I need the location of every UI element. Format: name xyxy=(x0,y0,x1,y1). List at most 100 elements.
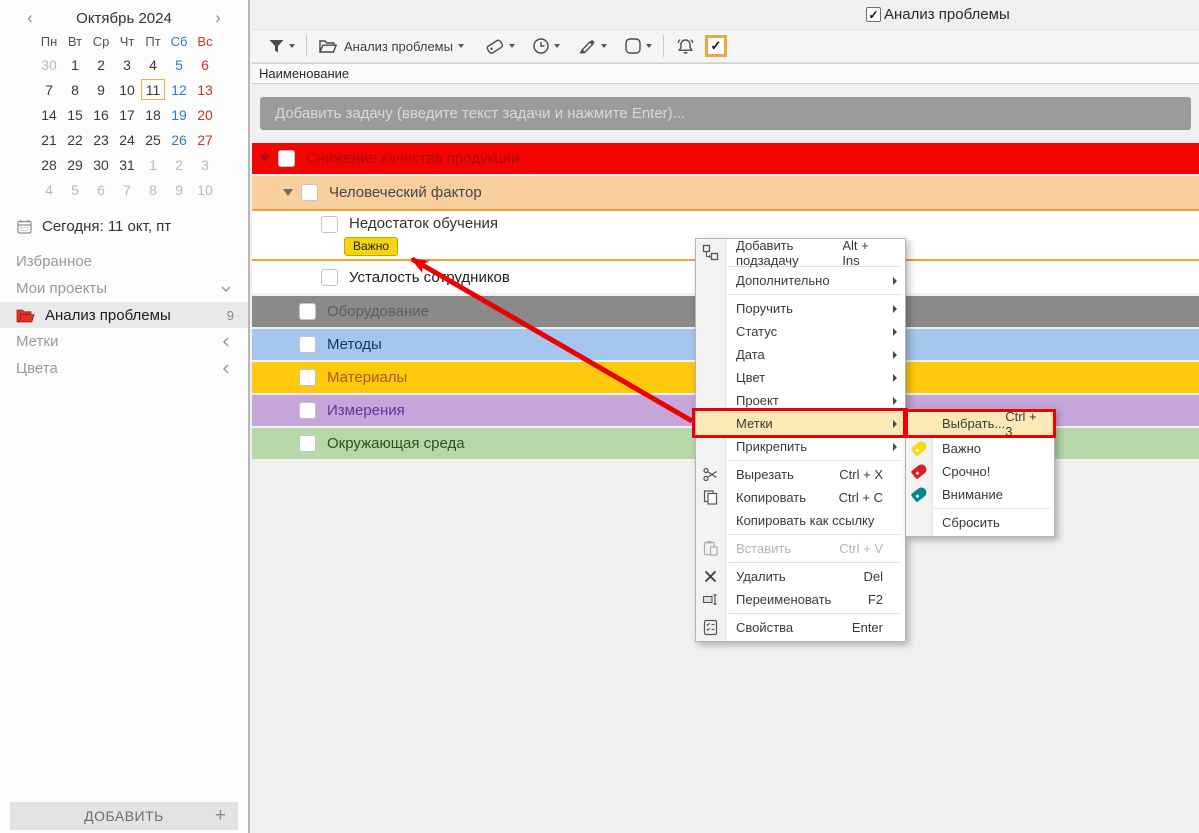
calendar-day[interactable]: 6 xyxy=(88,177,114,202)
today-shortcut[interactable]: Сегодня: 11 окт, пт xyxy=(0,218,248,235)
menu-item-cut[interactable]: Вырезать Ctrl + X xyxy=(696,463,905,486)
calendar-day[interactable]: 5 xyxy=(166,52,192,77)
calendar-day-today[interactable]: 11 xyxy=(141,79,165,100)
task-checkbox[interactable] xyxy=(299,369,316,386)
calendar-day[interactable]: 28 xyxy=(36,152,62,177)
calendar-day[interactable]: 12 xyxy=(166,77,192,102)
show-completed-toggle[interactable]: ✓ xyxy=(705,35,727,57)
menu-item-add-subtask[interactable]: Добавить подзадачу Alt + Ins xyxy=(696,241,905,264)
calendar-day[interactable]: 1 xyxy=(62,52,88,77)
calendar-day[interactable]: 4 xyxy=(36,177,62,202)
submenu-item-urgent[interactable]: Срочно! xyxy=(906,460,1054,483)
task-checkbox[interactable] xyxy=(301,184,318,201)
calendar-day[interactable]: 2 xyxy=(88,52,114,77)
calendar-day[interactable]: 10 xyxy=(114,77,140,102)
calendar-day[interactable]: 7 xyxy=(36,77,62,102)
task-checkbox[interactable] xyxy=(321,216,338,233)
filter-button[interactable] xyxy=(264,35,298,58)
labels-submenu: Выбрать... Ctrl + 3 Важно Срочно! Вниман… xyxy=(905,408,1055,537)
task-row-human-factor[interactable]: Человеческий фактор xyxy=(252,176,1199,209)
menu-item-delete[interactable]: Удалить Del xyxy=(696,565,905,588)
calendar-day[interactable]: 6 xyxy=(192,52,218,77)
menu-item-assign[interactable]: Поручить xyxy=(696,297,905,320)
calendar-day[interactable]: 21 xyxy=(36,127,62,152)
calendar-day[interactable]: 9 xyxy=(166,177,192,202)
menu-item-copy[interactable]: Копировать Ctrl + C xyxy=(696,486,905,509)
calendar-day[interactable]: 16 xyxy=(88,102,114,127)
calendar-day[interactable]: 23 xyxy=(88,127,114,152)
sidebar-item-my-projects[interactable]: Мои проекты xyxy=(0,275,248,302)
calendar-day[interactable]: 3 xyxy=(114,52,140,77)
notifications-button[interactable] xyxy=(672,34,699,58)
menu-item-attach[interactable]: Прикрепить xyxy=(696,435,905,458)
calendar-day[interactable]: 17 xyxy=(114,102,140,127)
sidebar-item-labels[interactable]: Метки xyxy=(0,328,248,355)
calendar-day[interactable]: 15 xyxy=(62,102,88,127)
submenu-item-attention[interactable]: Внимание xyxy=(906,483,1054,506)
task-label-chip[interactable]: Важно xyxy=(344,237,398,256)
date-button[interactable] xyxy=(528,34,563,58)
calendar-day[interactable]: 29 xyxy=(62,152,88,177)
calendar-day[interactable]: 10 xyxy=(192,177,218,202)
column-header[interactable]: Наименование xyxy=(252,63,1199,84)
calendar-day[interactable]: 2 xyxy=(166,152,192,177)
sidebar-item-colors[interactable]: Цвета xyxy=(0,355,248,382)
calendar-day[interactable]: 8 xyxy=(62,77,88,102)
menu-item-project[interactable]: Проект xyxy=(696,389,905,412)
calendar-next-icon[interactable]: › xyxy=(210,8,226,28)
calendar-day[interactable]: 19 xyxy=(166,102,192,127)
submenu-item-choose[interactable]: Выбрать... Ctrl + 3 xyxy=(906,410,1054,437)
task-checkbox[interactable] xyxy=(321,269,338,286)
menu-item-properties[interactable]: Свойства Enter xyxy=(696,616,905,639)
calendar-day[interactable]: 8 xyxy=(140,177,166,202)
task-checkbox[interactable] xyxy=(299,336,316,353)
menu-item-color[interactable]: Цвет xyxy=(696,366,905,389)
submenu-item-reset[interactable]: Сбросить xyxy=(906,511,1054,534)
submenu-item-important[interactable]: Важно xyxy=(906,437,1054,460)
calendar-day[interactable]: 7 xyxy=(114,177,140,202)
menu-item-status[interactable]: Статус xyxy=(696,320,905,343)
task-checkbox[interactable] xyxy=(299,402,316,419)
collapse-triangle-icon[interactable] xyxy=(260,155,270,162)
calendar-day[interactable]: 30 xyxy=(88,152,114,177)
task-checkbox[interactable] xyxy=(278,150,295,167)
calendar-day[interactable]: 20 xyxy=(192,102,218,127)
collapse-triangle-icon[interactable] xyxy=(283,189,293,196)
calendar-day[interactable]: 25 xyxy=(140,127,166,152)
project-checkbox[interactable]: ✓ xyxy=(866,7,881,22)
menu-item-labels[interactable]: Метки xyxy=(696,412,905,435)
task-checkbox[interactable] xyxy=(299,303,316,320)
calendar-day[interactable]: 3 xyxy=(192,152,218,177)
calendar-day[interactable]: 30 xyxy=(36,52,62,77)
task-row-quality-decline[interactable]: Снижение качества продукции xyxy=(252,143,1199,174)
menu-item-date[interactable]: Дата xyxy=(696,343,905,366)
menu-item-rename[interactable]: Переименовать F2 xyxy=(696,588,905,611)
calendar-day[interactable]: 27 xyxy=(192,127,218,152)
calendar-day[interactable]: 18 xyxy=(140,102,166,127)
add-task-input[interactable]: Добавить задачу (введите текст задачи и … xyxy=(260,97,1191,130)
calendar-day[interactable]: 26 xyxy=(166,127,192,152)
menu-item-more[interactable]: Дополнительно xyxy=(696,269,905,292)
add-button[interactable]: ДОБАВИТЬ + xyxy=(10,802,238,830)
color-button[interactable] xyxy=(573,34,610,58)
calendar-day[interactable]: 1 xyxy=(140,152,166,177)
column-header-label: Наименование xyxy=(259,66,349,81)
folder-icon xyxy=(16,308,35,323)
calendar-prev-icon[interactable]: ‹ xyxy=(22,8,38,28)
task-checkbox[interactable] xyxy=(299,435,316,452)
status-frame-button[interactable] xyxy=(620,34,655,58)
calendar-day[interactable]: 24 xyxy=(114,127,140,152)
task-count-badge: 9 xyxy=(227,308,234,323)
calendar-day[interactable]: 14 xyxy=(36,102,62,127)
calendar-day[interactable]: 5 xyxy=(62,177,88,202)
calendar-day[interactable]: 4 xyxy=(140,52,166,77)
calendar-day[interactable]: 13 xyxy=(192,77,218,102)
project-selector-button[interactable]: Анализ проблемы xyxy=(315,35,467,57)
sidebar-item-problem-analysis[interactable]: Анализ проблемы 9 xyxy=(0,302,248,328)
calendar-day[interactable]: 31 xyxy=(114,152,140,177)
calendar-day[interactable]: 22 xyxy=(62,127,88,152)
calendar-day[interactable]: 9 xyxy=(88,77,114,102)
menu-item-copy-as-link[interactable]: Копировать как ссылку xyxy=(696,509,905,532)
labels-button[interactable] xyxy=(481,34,518,58)
sidebar-item-favorites[interactable]: Избранное xyxy=(0,248,248,275)
